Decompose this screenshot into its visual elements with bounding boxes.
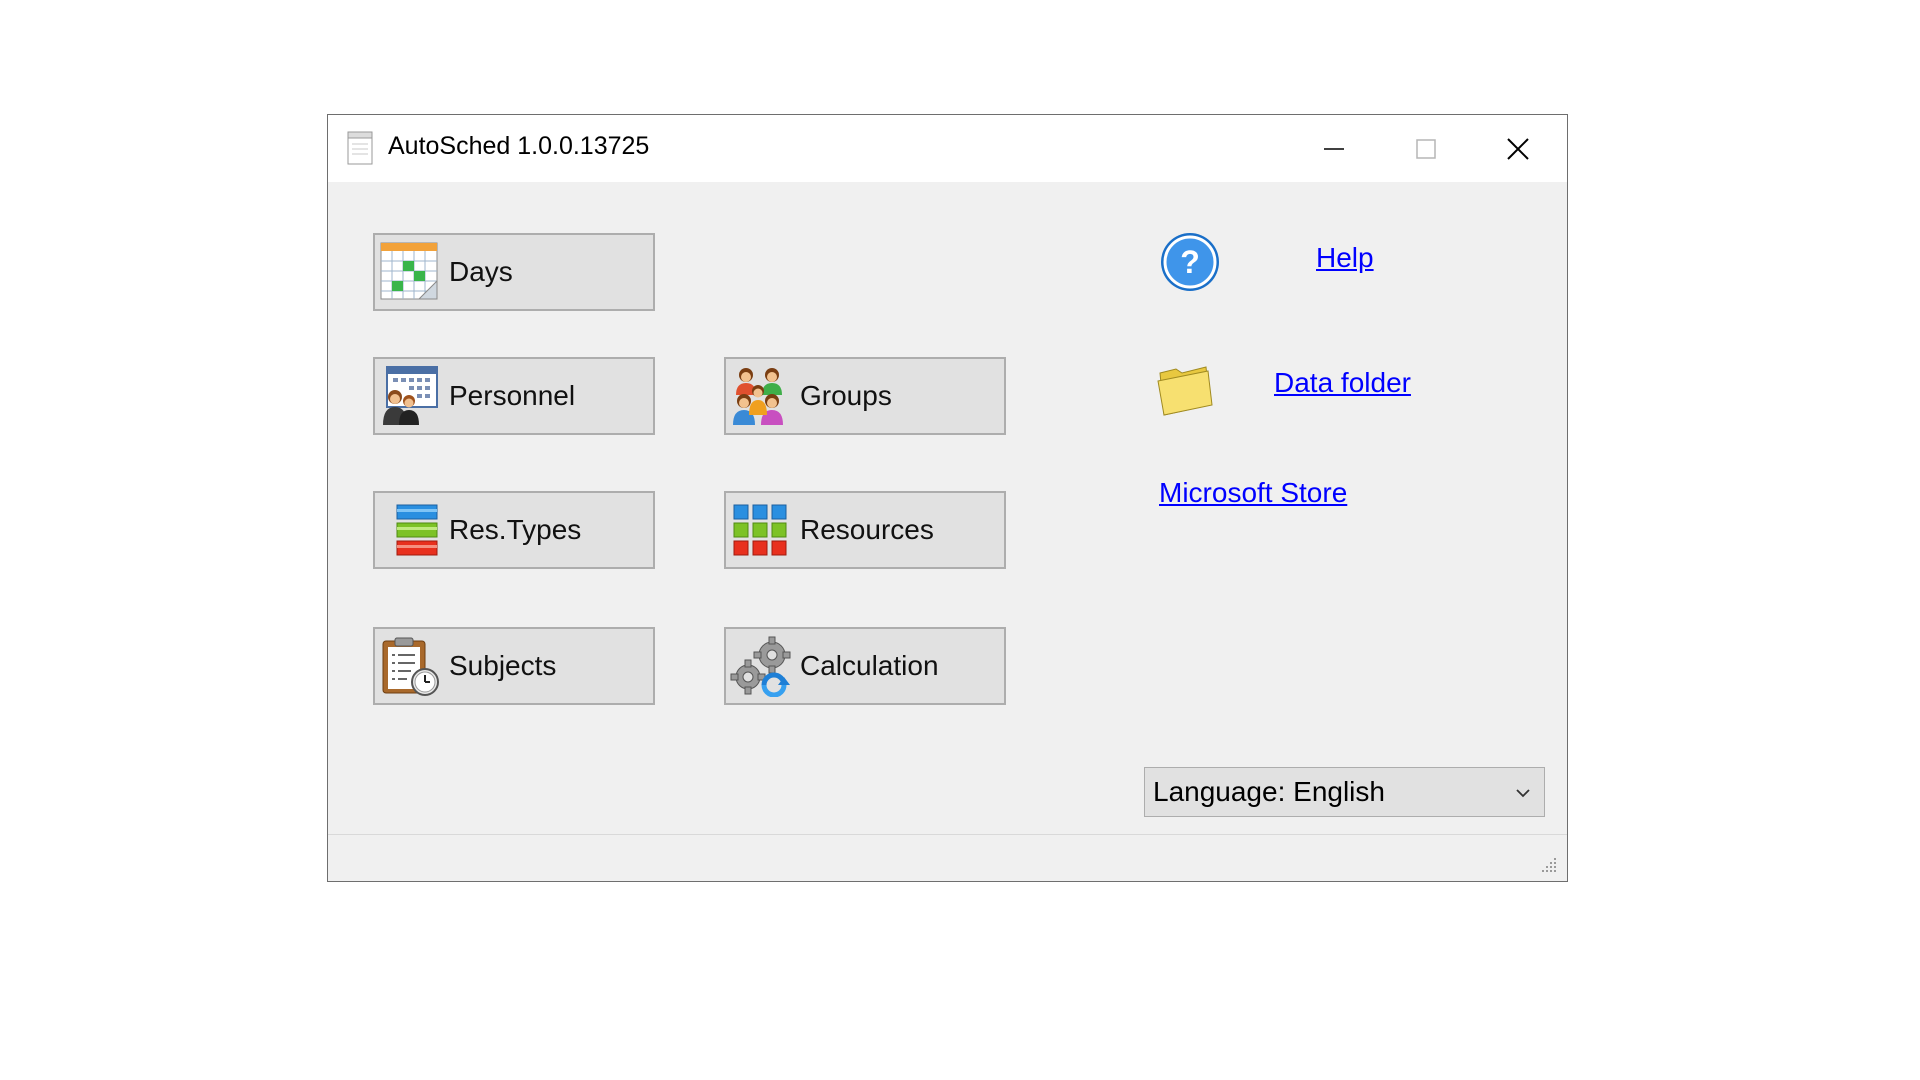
- microsoft-store-link[interactable]: Microsoft Store: [1159, 477, 1347, 509]
- close-icon: [1507, 137, 1529, 160]
- personnel-icon: [383, 366, 438, 425]
- app-document-icon: [347, 131, 373, 165]
- clipboard-clock-icon: [382, 637, 439, 696]
- res-types-label: Res.Types: [449, 514, 582, 545]
- maximize-button[interactable]: [1380, 115, 1472, 182]
- status-bar-divider: [328, 834, 1567, 835]
- app-window: AutoSched 1.0.0.13725 Days Personnel Gro…: [327, 114, 1568, 882]
- data-folder-link[interactable]: Data folder: [1274, 367, 1411, 399]
- subjects-label: Subjects: [449, 650, 557, 681]
- minimize-button[interactable]: [1288, 115, 1380, 182]
- calculation-label: Calculation: [800, 650, 939, 681]
- calendar-icon: [380, 242, 438, 300]
- days-button[interactable]: Days: [373, 233, 655, 311]
- help-question-icon[interactable]: ?: [1159, 231, 1221, 293]
- groups-label: Groups: [800, 380, 892, 411]
- resources-button[interactable]: Resources: [724, 491, 1006, 569]
- close-button[interactable]: [1472, 115, 1564, 182]
- subjects-button[interactable]: Subjects: [373, 627, 655, 705]
- title-bar[interactable]: AutoSched 1.0.0.13725: [328, 115, 1567, 182]
- minimize-icon: [1324, 147, 1344, 150]
- res-types-button[interactable]: Res.Types: [373, 491, 655, 569]
- calculation-button[interactable]: Calculation: [724, 627, 1006, 705]
- language-select[interactable]: Language: English: [1144, 767, 1545, 817]
- colored-grid-icon: [733, 504, 787, 556]
- window-title: AutoSched 1.0.0.13725: [388, 132, 650, 160]
- resize-grip-icon[interactable]: [1539, 855, 1559, 875]
- stacked-bars-icon: [396, 504, 438, 556]
- groups-button[interactable]: Groups: [724, 357, 1006, 435]
- group-people-icon: [733, 368, 783, 425]
- svg-text:?: ?: [1180, 244, 1200, 280]
- personnel-label: Personnel: [449, 380, 576, 411]
- gears-icon: [730, 636, 791, 697]
- resources-label: Resources: [800, 514, 934, 545]
- language-select-value: Language: English: [1153, 776, 1385, 807]
- personnel-button[interactable]: Personnel: [373, 357, 655, 435]
- chevron-down-icon: [1516, 789, 1530, 798]
- days-label: Days: [449, 256, 513, 287]
- maximize-icon: [1416, 138, 1436, 159]
- folder-icon[interactable]: [1154, 357, 1216, 419]
- help-link[interactable]: Help: [1316, 242, 1374, 274]
